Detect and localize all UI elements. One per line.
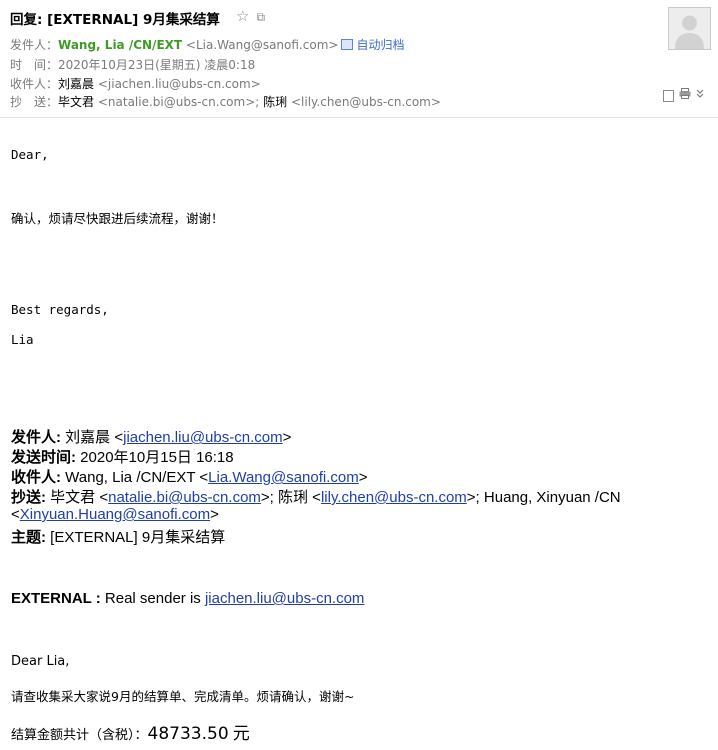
reply-greeting: Dear, (11, 147, 49, 162)
cc1-name[interactable]: 毕文君 (58, 95, 94, 109)
reply-line: 确认，烦请尽快跟进后续流程，谢谢！ (11, 211, 224, 226)
star-icon[interactable]: ☆ (236, 7, 249, 25)
time-line: 时 间：2020年10月23日(星期五) 凌晨0:18 (10, 56, 255, 73)
quoted-from: 发件人: 刘嘉晨 <jiachen.liu@ubs-cn.com> (11, 426, 291, 447)
to-line: 收件人：刘嘉晨 <jiachen.liu@ubs-cn.com> (10, 75, 261, 92)
mail-subject: 回复: [EXTERNAL] 9月集采结算 (10, 12, 220, 28)
cc-label: 抄 送： (10, 95, 59, 109)
quoted-sent-value: 2020年10月15日 16:18 (80, 449, 234, 466)
quoted-sent: 发送时间: 2020年10月15日 16:18 (11, 446, 234, 467)
external-sender-link[interactable]: jiachen.liu@ubs-cn.com (205, 590, 364, 607)
quoted-from-email-link[interactable]: jiachen.liu@ubs-cn.com (123, 429, 282, 446)
quoted-body: 请查收集采大家说9月的结算单、完成清单。烦请确认，谢谢~ (11, 689, 355, 704)
quoted-subject-value: [EXTERNAL] 9月集采结算 (50, 529, 226, 546)
quoted-cc3-open: < (11, 506, 20, 523)
recipient-name[interactable]: 刘嘉晨 (58, 77, 94, 91)
quoted-to-name: Wang, Lia /CN/EXT < (65, 469, 209, 486)
quoted-to-label: 收件人: (11, 469, 61, 486)
quoted-greeting: Dear Lia, (11, 654, 70, 669)
quoted-from-name: 刘嘉晨 < (65, 429, 124, 446)
quoted-subject-label: 主题: (11, 529, 46, 546)
popout-icon[interactable]: ⧉ (256, 10, 265, 25)
quoted-cc3-email-link[interactable]: Xinyuan.Huang@sanofi.com (20, 506, 210, 523)
cc2-name[interactable]: 陈琍 (263, 95, 287, 109)
more-chevron-icon[interactable] (696, 89, 704, 102)
cc2-email[interactable]: <lily.chen@ubs-cn.com> (291, 95, 441, 109)
quoted-from-label: 发件人: (11, 429, 61, 446)
mail-header: 回复: [EXTERNAL] 9月集采结算 ☆ ⧉ 发件人：Wang, Lia /… (0, 0, 718, 118)
total-unit: 元 (232, 724, 250, 744)
cc-line: 抄 送：毕文君 <natalie.bi@ubs-cn.com>; 陈琍 <lil… (10, 93, 441, 110)
quoted-cc3-close: > (210, 506, 219, 523)
header-divider (0, 117, 718, 118)
total-label: 结算金额共计（含税）： (11, 728, 148, 743)
total-amount: 48733.50 (147, 724, 229, 744)
quoted-to-email-link[interactable]: Lia.Wang@sanofi.com (208, 469, 359, 486)
quoted-cc1-email-link[interactable]: natalie.bi@ubs-cn.com (108, 489, 261, 506)
sender-email[interactable]: <Lia.Wang@sanofi.com> (186, 38, 339, 52)
quoted-cc1-sep: >; 陈琍 < (260, 489, 321, 506)
quoted-from-close: > (282, 429, 292, 446)
avatar[interactable] (668, 7, 711, 50)
from-label: 发件人： (10, 38, 59, 52)
recipient-email[interactable]: <jiachen.liu@ubs-cn.com> (98, 77, 261, 91)
external-text: Real sender is (104, 590, 201, 607)
quoted-subject: 主题: [EXTERNAL] 9月集采结算 (11, 526, 225, 547)
subject-actions: ☆ ⧉ (236, 7, 272, 25)
quoted-sent-label: 发送时间: (11, 449, 76, 466)
quoted-cc-label: 抄送: (11, 489, 46, 506)
from-line: 发件人：Wang, Lia /CN/EXT <Lia.Wang@sanofi.c… (10, 36, 404, 53)
external-label: EXTERNAL : (11, 590, 101, 607)
quoted-cc1-name: 毕文君 < (50, 489, 109, 506)
reply-signature: Lia (11, 332, 34, 347)
cc1-email[interactable]: <natalie.bi@ubs-cn.com>; (98, 95, 259, 109)
user-silhouette-icon (669, 8, 710, 49)
print-icon[interactable] (679, 88, 691, 102)
reply-regards: Best regards, (11, 302, 109, 317)
external-notice: EXTERNAL : Real sender is jiachen.liu@ub… (11, 590, 364, 607)
total-line: 结算金额共计（含税）：48733.50 元 (11, 719, 250, 744)
quoted-cc-cont: <Xinyuan.Huang@sanofi.com> (11, 506, 219, 523)
auto-archive-link[interactable]: 自动归档 (356, 38, 404, 52)
archive-icon (341, 39, 354, 50)
quoted-cc2-email-link[interactable]: lily.chen@ubs-cn.com (321, 489, 467, 506)
sender-name[interactable]: Wang, Lia /CN/EXT (58, 38, 182, 52)
note-icon[interactable] (663, 90, 674, 102)
quoted-cc2-sep: >; Huang, Xinyuan /CN (466, 489, 621, 506)
quoted-cc: 抄送: 毕文君 <natalie.bi@ubs-cn.com>; 陈琍 <lil… (11, 486, 621, 507)
time-label: 时 间： (10, 58, 59, 72)
time-value: 2020年10月23日(星期五) 凌晨0:18 (58, 58, 256, 72)
quoted-to: 收件人: Wang, Lia /CN/EXT <Lia.Wang@sanofi.… (11, 466, 368, 487)
quoted-to-close: > (358, 469, 368, 486)
to-label: 收件人： (10, 77, 59, 91)
mail-tools (663, 88, 709, 102)
